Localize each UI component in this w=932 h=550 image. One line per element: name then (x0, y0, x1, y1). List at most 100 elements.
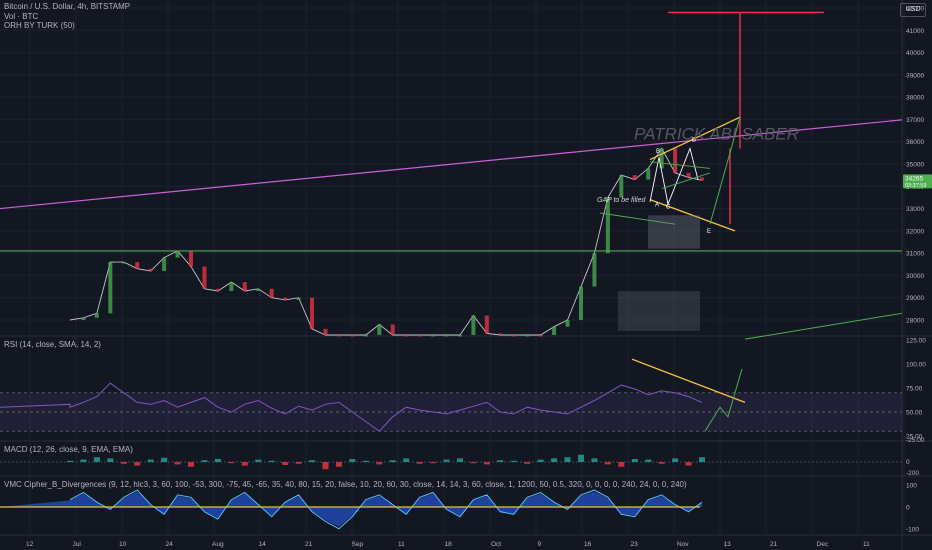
macd-histogram-bar (443, 459, 450, 462)
macd-histogram-bar (699, 457, 705, 462)
wave-label-b: B (656, 149, 660, 155)
rsi-tick-label: 100.00 (906, 362, 926, 369)
price-tick-label: 30000 (906, 273, 924, 280)
macd-histogram-bar (147, 459, 154, 462)
price-tag-value: 34265 (905, 175, 923, 182)
price-tick-label: 31000 (906, 251, 924, 258)
macd-histogram-bar (349, 459, 356, 462)
macd-histogram-bar (658, 462, 665, 464)
macd-histogram-bar (551, 458, 558, 462)
candle (148, 268, 153, 271)
watermark-text: PATRICK ABI SABER (634, 124, 799, 143)
macd-histogram-bar (376, 462, 383, 465)
time-tick-label: 11 (863, 541, 870, 548)
price-tick-label: 41000 (906, 28, 924, 35)
triangle-green-top (649, 161, 711, 169)
macd-histogram-bar (416, 462, 423, 464)
macd-histogram-bar (255, 459, 262, 462)
time-tick-label: Dec (817, 541, 829, 548)
time-tick-label: 23 (631, 541, 639, 548)
macd-histogram-bar (631, 459, 638, 462)
macd-tick-label: -25.00 (906, 437, 925, 444)
macd-histogram-bar (188, 462, 195, 467)
lower-green-trend (744, 312, 903, 340)
gap-label: GAP to be filled (597, 197, 646, 204)
candle (350, 335, 355, 337)
macd-histogram-bar (268, 460, 275, 462)
macd-histogram-bar (228, 462, 235, 464)
macd-histogram-bar (403, 458, 410, 462)
time-tick-label: Nov (677, 541, 689, 548)
macd-histogram-bar (618, 462, 625, 467)
macd-histogram-bar (93, 457, 100, 462)
macd-histogram-bar (456, 458, 463, 462)
time-tick-label: Oct (491, 541, 501, 548)
macd-histogram-bar (295, 462, 302, 464)
macd-histogram-bar (201, 460, 208, 462)
macd-histogram-bar (120, 462, 127, 464)
candle (229, 282, 234, 292)
candle (162, 257, 167, 271)
candle (175, 250, 180, 258)
time-tick-label: Jul (73, 541, 82, 548)
price-tick-label: 40000 (906, 50, 924, 57)
wave-label-e: E (707, 229, 711, 235)
price-tag-countdown: 03:37:59 (905, 183, 926, 189)
chart-title: Bitcoin / U.S. Dollar, 4h, BITSTAMP (4, 2, 131, 11)
candle (538, 335, 543, 337)
macd-histogram-bar (510, 460, 517, 462)
candle (269, 288, 274, 298)
candle (646, 168, 651, 180)
price-tick-label: 39000 (906, 72, 924, 79)
candle (578, 286, 583, 320)
candle (673, 148, 678, 173)
candle (484, 315, 489, 334)
macd-histogram-bar (497, 460, 504, 462)
candle (390, 324, 395, 335)
price-tick-label: 35000 (906, 162, 924, 169)
time-tick-label: 12 (26, 541, 34, 548)
macd-histogram-bar (537, 459, 544, 462)
candle (215, 288, 220, 292)
candle (323, 328, 328, 335)
rsi-tick-label: 50.00 (906, 410, 923, 417)
price-tick-label: 28000 (906, 318, 924, 325)
macd-histogram-bar (604, 462, 611, 465)
macd-histogram-bar (591, 458, 598, 462)
time-tick-label: 11 (398, 541, 405, 548)
candle (404, 335, 409, 337)
rsi-tick-label: 125.00 (906, 338, 926, 345)
candle (471, 315, 476, 335)
time-tick-label: 10 (119, 541, 127, 548)
candle (94, 313, 99, 318)
cipher-wave-area (0, 491, 702, 527)
candle (605, 197, 610, 254)
macd-histogram-bar (309, 460, 316, 462)
macd-histogram-bar (577, 454, 584, 462)
time-tick-label: Aug (212, 541, 224, 548)
time-tick-label: 9 (538, 541, 542, 548)
macd-histogram-bar (214, 459, 221, 462)
macd-histogram-bar (430, 462, 437, 464)
candle (417, 335, 422, 337)
price-tick-label: 33000 (906, 206, 924, 213)
macd-histogram-bar (470, 462, 477, 464)
candle (310, 297, 315, 329)
candle (700, 177, 704, 181)
candle (363, 335, 368, 337)
time-tick-label: 24 (166, 541, 174, 548)
candle (565, 320, 570, 327)
candle (632, 175, 637, 180)
macd-histogram-bar (564, 457, 571, 462)
cipher-tick-label: 100 (906, 483, 917, 490)
candle (457, 335, 462, 337)
wave-label-c: C (666, 205, 671, 211)
chart-canvas: 4200041000400003900038000370003600035000… (0, 0, 932, 550)
candle (686, 172, 691, 178)
rsi-label: RSI (14, close, SMA, 14, 2) (4, 340, 101, 349)
candle (619, 175, 624, 198)
candle (283, 297, 288, 300)
candle (135, 262, 140, 269)
candle (511, 335, 516, 337)
currency-button[interactable]: USD (900, 3, 926, 17)
